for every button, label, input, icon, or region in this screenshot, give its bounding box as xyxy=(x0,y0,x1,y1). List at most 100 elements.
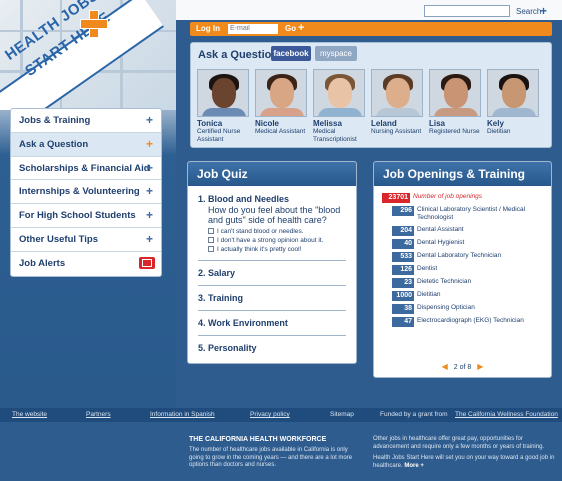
person-role: Certified Nurse Assistant xyxy=(197,128,241,143)
option-label: I can't stand blood or needles. xyxy=(217,227,304,235)
footer-link-spanish[interactable]: Information in Spanish xyxy=(150,411,215,418)
list-item[interactable]: 38 Dispensing Optician xyxy=(382,303,543,314)
quiz-item[interactable]: 2. Salary xyxy=(198,261,346,286)
sidebar-item-scholarships[interactable]: Scholarships & Financial Aid + xyxy=(11,157,161,181)
pagination: ◀ 2 of 8 ▶ xyxy=(374,362,551,371)
avatar xyxy=(429,69,481,117)
footer-right-text-2: Health Jobs Start Here will set you on y… xyxy=(373,455,555,470)
site-logo[interactable]: HEALTH JOBS START HERE xyxy=(0,0,176,110)
sidebar-item-label: For High School Students xyxy=(19,210,136,222)
sidebar-item-job-alerts[interactable]: Job Alerts xyxy=(11,252,161,276)
list-item[interactable]: 47 Electrocardiograph (EKG) Technician xyxy=(382,316,543,327)
job-link[interactable]: Dietitian xyxy=(417,291,440,299)
quiz-item[interactable]: 1. Blood and Needles How do you feel abo… xyxy=(198,194,346,261)
sidebar-item-label: Internships & Volunteering xyxy=(19,186,140,198)
person-card[interactable]: Melissa Medical Transcriptionist xyxy=(313,69,369,144)
footer-link-website[interactable]: The website xyxy=(12,411,47,418)
quiz-item[interactable]: 3. Training xyxy=(198,286,346,311)
count-badge: 296 xyxy=(392,206,414,216)
search-button[interactable]: Search xyxy=(516,7,541,16)
quiz-option[interactable]: I don't have a strong opinion about it. xyxy=(198,237,346,244)
person-card[interactable]: Lisa Registered Nurse xyxy=(429,69,485,136)
count-badge: 126 xyxy=(392,264,414,275)
checkbox[interactable] xyxy=(208,228,214,235)
sidebar-item-label: Jobs & Training xyxy=(19,115,91,126)
next-arrow-icon[interactable]: ▶ xyxy=(477,362,483,371)
footer-right-text-body: Health Jobs Start Here will set you on y… xyxy=(373,455,555,469)
plus-icon: + xyxy=(145,231,153,246)
list-item[interactable]: 296 Clinical Laboratory Scientist / Medic… xyxy=(382,206,543,223)
job-link[interactable]: Dispensing Optician xyxy=(417,304,475,312)
list-item[interactable]: 1000 Dietitian xyxy=(382,290,543,301)
checkbox[interactable] xyxy=(208,246,214,253)
person-name: Tonica xyxy=(197,119,223,128)
person-name: Kely xyxy=(487,119,504,128)
sidebar-item-label: Other Useful Tips xyxy=(19,233,99,245)
sidebar-item-jobs-training[interactable]: Jobs & Training + xyxy=(11,109,161,133)
quiz-item[interactable]: 5. Personality xyxy=(198,336,346,360)
panel-title: Job Openings & Training xyxy=(374,162,551,186)
funded-text: Funded by a grant from xyxy=(380,411,448,418)
email-field[interactable] xyxy=(228,24,278,34)
plus-icon[interactable]: + xyxy=(540,4,547,18)
plus-icon: + xyxy=(145,208,153,223)
count-badge: 40 xyxy=(392,238,414,249)
more-link[interactable]: More + xyxy=(404,463,424,469)
myspace-button[interactable]: myspace xyxy=(315,46,357,61)
list-item[interactable]: 126 Dentist xyxy=(382,264,543,275)
job-link[interactable]: Dental Laboratory Technician xyxy=(417,252,501,260)
quiz-item[interactable]: 4. Work Environment xyxy=(198,311,346,336)
total-count-badge: 23701 xyxy=(382,193,410,203)
plus-icon: + xyxy=(145,113,153,127)
job-link[interactable]: Dentist xyxy=(417,265,437,273)
quiz-option[interactable]: I can't stand blood or needles. xyxy=(198,228,346,235)
avatar xyxy=(371,69,423,117)
person-role: Medical Transcriptionist xyxy=(313,128,357,143)
login-bar: Log In Go + xyxy=(190,22,552,36)
person-name: Melissa xyxy=(313,119,342,128)
footer-link-partners[interactable]: Partners xyxy=(86,411,111,418)
job-link[interactable]: Dental Assistant xyxy=(417,226,464,234)
list-item[interactable]: 40 Dental Hygienist xyxy=(382,238,543,249)
list-item[interactable]: 204 Dental Assistant xyxy=(382,225,543,236)
person-card[interactable]: Nicole Medical Assistant xyxy=(255,69,311,136)
go-button[interactable]: Go xyxy=(285,24,296,33)
quiz-question: How do you feel about the "blood and gut… xyxy=(208,205,341,226)
page: HEALTH JOBS START HERE Jobs & Training +… xyxy=(0,0,562,481)
list-item[interactable]: 533 Dental Laboratory Technician xyxy=(382,251,543,262)
job-link[interactable]: Dental Hygienist xyxy=(417,239,464,247)
list-item[interactable]: 23 Dietetic Technician xyxy=(382,277,543,288)
footer-link-sitemap[interactable]: Sitemap xyxy=(330,411,354,418)
job-link[interactable]: Electrocardiograph (EKG) Technician xyxy=(417,317,524,325)
ask-title: Ask a Question xyxy=(198,49,279,61)
prev-arrow-icon[interactable]: ◀ xyxy=(442,362,448,371)
footer-link-foundation[interactable]: The California Wellness Foundation xyxy=(455,411,558,418)
job-quiz-panel: Job Quiz 1. Blood and Needles How do you… xyxy=(187,161,357,364)
plus-icon: + xyxy=(145,136,153,151)
job-link[interactable]: Dietetic Technician xyxy=(417,278,471,286)
person-card[interactable]: Tonica Certified Nurse Assistant xyxy=(197,69,253,144)
avatar xyxy=(487,69,539,117)
checkbox[interactable] xyxy=(208,237,214,244)
cross-icon xyxy=(80,10,108,38)
person-role: Nursing Assistant xyxy=(371,128,422,135)
person-card[interactable]: Kely Dietitian xyxy=(487,69,543,136)
person-role: Dietitian xyxy=(487,128,511,135)
job-link[interactable]: Clinical Laboratory Scientist / Medical … xyxy=(417,206,543,223)
person-card[interactable]: Leland Nursing Assistant xyxy=(371,69,427,136)
login-label: Log In xyxy=(196,24,220,33)
sidebar-item-ask-a-question[interactable]: Ask a Question + xyxy=(11,132,161,157)
top-bar: Search + xyxy=(176,0,562,20)
openings-list: 23701 Number of job openings 296 Clinical… xyxy=(374,186,551,327)
sidebar-item-useful-tips[interactable]: Other Useful Tips + xyxy=(11,228,161,252)
page-indicator: 2 of 8 xyxy=(453,364,472,371)
job-openings-panel: Job Openings & Training 23701 Number of … xyxy=(373,161,552,378)
footer-links: The website Partners Information in Span… xyxy=(0,408,562,422)
facebook-button[interactable]: facebook xyxy=(271,46,311,61)
quiz-option[interactable]: I actually think it's pretty cool! xyxy=(198,246,346,253)
sidebar-item-high-school[interactable]: For High School Students + xyxy=(11,204,161,228)
sidebar-item-internships[interactable]: Internships & Volunteering + xyxy=(11,180,161,205)
footer-link-privacy[interactable]: Privacy policy xyxy=(250,411,290,418)
plus-icon[interactable]: + xyxy=(298,22,304,34)
search-input[interactable] xyxy=(424,5,510,17)
